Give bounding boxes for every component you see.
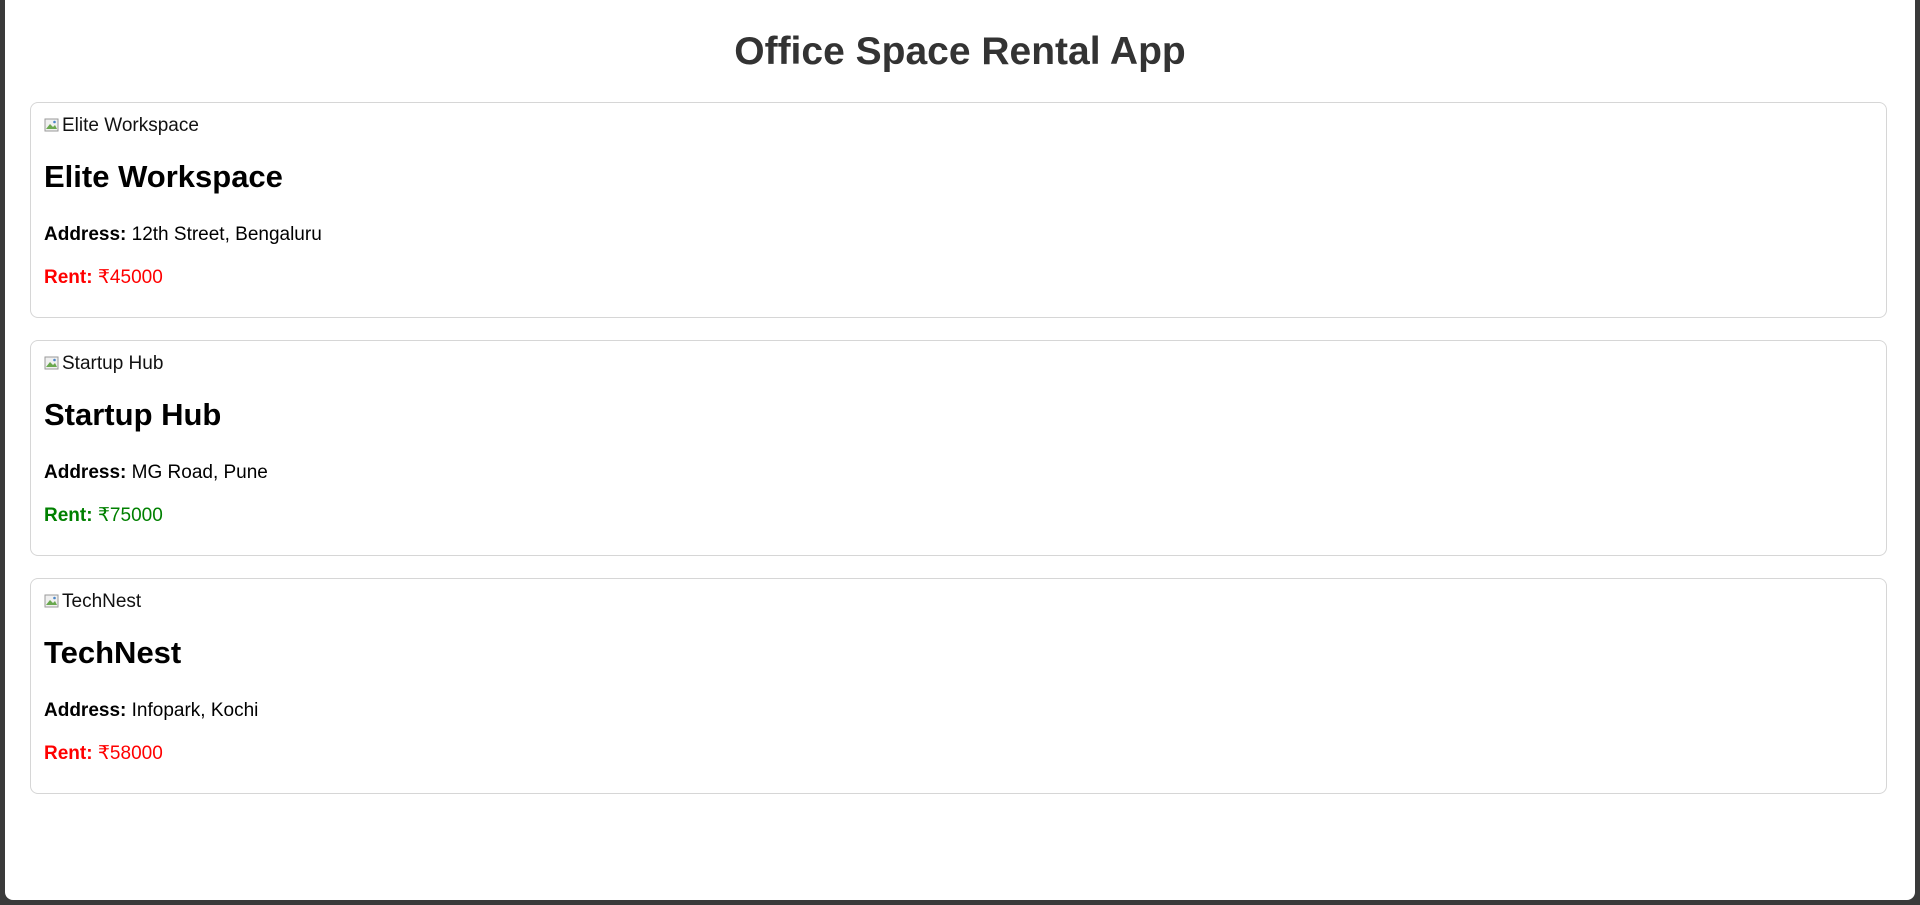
address-label: Address: — [44, 224, 127, 245]
listing-image-alt-text: TechNest — [62, 591, 142, 612]
address-value: MG Road, Pune — [131, 462, 268, 483]
address-value: Infopark, Kochi — [131, 700, 259, 721]
broken-image-icon — [44, 118, 59, 132]
address-label: Address: — [44, 462, 127, 483]
rent-value: ₹45000 — [97, 267, 163, 288]
listing-image-alt-text: Startup Hub — [62, 353, 164, 374]
listing-address: Address: Infopark, Kochi — [44, 699, 258, 723]
address-value: 12th Street, Bengaluru — [131, 224, 322, 245]
listing-name: Elite Workspace — [44, 159, 283, 194]
page-title: Office Space Rental App — [734, 30, 1186, 73]
listing-address: Address: MG Road, Pune — [44, 461, 268, 485]
rent-label: Rent: — [44, 505, 93, 526]
listing-address: Address: 12th Street, Bengaluru — [44, 223, 322, 247]
listing-image: Elite Workspace — [44, 115, 199, 137]
listing-rent: Rent: ₹75000 — [44, 504, 163, 528]
rent-value: ₹58000 — [97, 743, 163, 764]
listing-name: Startup Hub — [44, 397, 222, 432]
rent-value: ₹75000 — [97, 505, 163, 526]
listing-rent: Rent: ₹58000 — [44, 742, 163, 766]
listing-card: Elite Workspace Elite Workspace Address:… — [30, 102, 1887, 318]
broken-image-icon — [44, 356, 59, 370]
listing-image: TechNest — [44, 591, 141, 613]
listing-card: Startup Hub Startup Hub Address: MG Road… — [30, 340, 1887, 556]
listing-card: TechNest TechNest Address: Infopark, Koc… — [30, 578, 1887, 794]
rent-label: Rent: — [44, 743, 93, 764]
browser-viewport: Office Space Rental App Elite Workspace … — [5, 0, 1915, 900]
listing-rent: Rent: ₹45000 — [44, 266, 163, 290]
listing-name: TechNest — [44, 635, 182, 670]
rent-label: Rent: — [44, 267, 93, 288]
broken-image-icon — [44, 594, 59, 608]
listing-image-alt-text: Elite Workspace — [62, 115, 199, 136]
address-label: Address: — [44, 700, 127, 721]
listing-image: Startup Hub — [44, 353, 163, 375]
